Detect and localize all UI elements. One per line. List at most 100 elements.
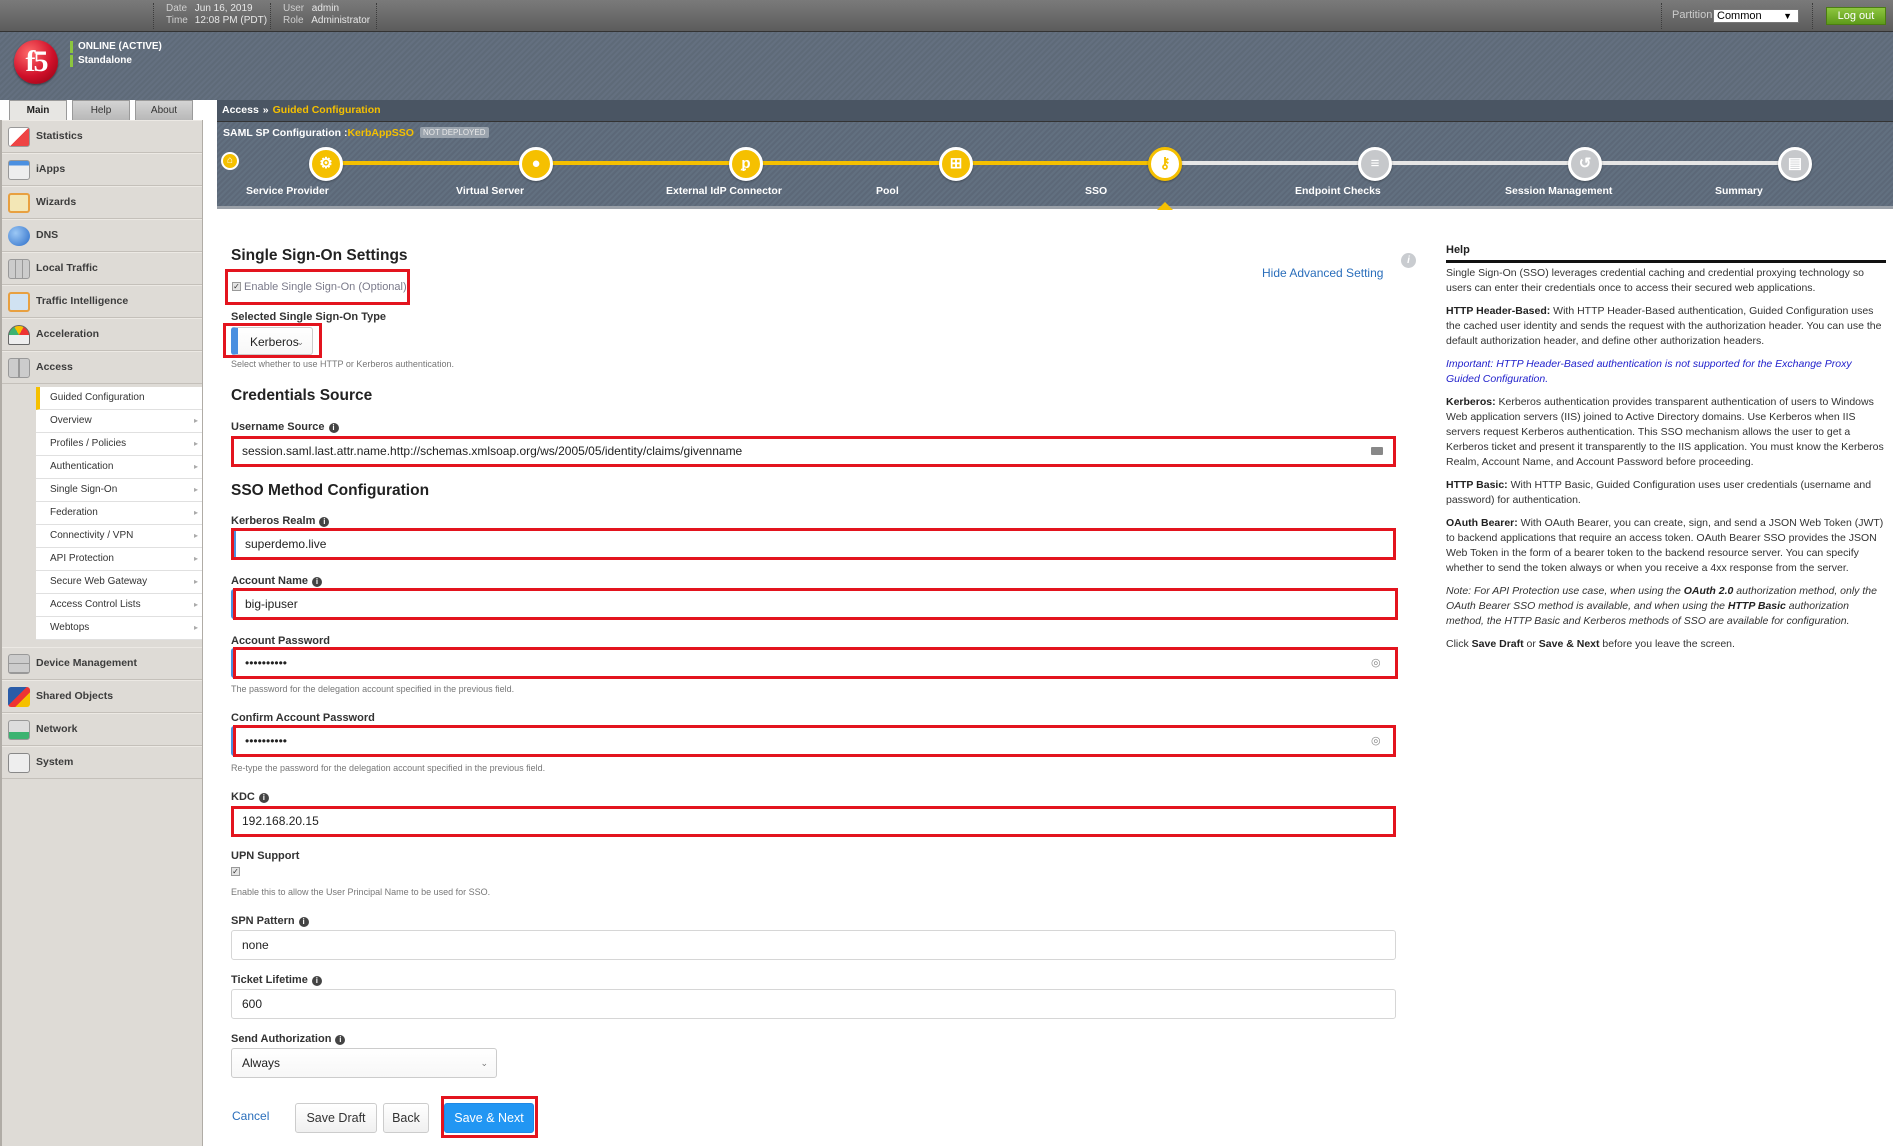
subnav-secure-web-gateway[interactable]: Secure Web Gateway ▸ xyxy=(36,571,202,594)
nav-item-label: System xyxy=(36,756,74,768)
account-name-input[interactable]: big-ipuser xyxy=(231,589,1396,619)
confirm-password-input[interactable]: •••••••••• ◎ xyxy=(231,726,1396,756)
divider xyxy=(153,3,154,29)
logout-button[interactable]: Log out xyxy=(1826,7,1886,25)
info-icon[interactable]: i xyxy=(1401,253,1416,268)
subnav-guided-configuration[interactable]: Guided Configuration xyxy=(36,387,202,410)
enable-sso-label: Enable Single Sign-On (Optional) xyxy=(244,281,407,293)
nav-item-local-traffic[interactable]: Local Traffic xyxy=(2,252,202,285)
partition-label: Partition: xyxy=(1672,9,1716,21)
nav-item-access[interactable]: Access xyxy=(2,351,202,384)
chevron-down-icon: ⌄ xyxy=(480,1058,488,1068)
breadcrumb-root[interactable]: Access xyxy=(222,104,259,116)
upn-support-checkbox[interactable]: ✓ xyxy=(231,867,240,876)
subnav-connectivity-vpn[interactable]: Connectivity / VPN ▸ xyxy=(36,525,202,548)
step-sso[interactable]: ⚷ SSO xyxy=(1085,147,1245,197)
subnav-profiles-policies[interactable]: Profiles / Policies ▸ xyxy=(36,433,202,456)
cancel-link[interactable]: Cancel xyxy=(232,1109,269,1123)
account-password-value: •••••••••• xyxy=(245,656,288,670)
home-icon[interactable]: ⌂ xyxy=(221,152,239,170)
subnav-single-sign-on[interactable]: Single Sign-On ▸ xyxy=(36,479,202,502)
ticket-lifetime-input[interactable]: 600 xyxy=(231,989,1396,1019)
nav-item-acceleration[interactable]: Acceleration xyxy=(2,318,202,351)
f5-logo[interactable]: f5 xyxy=(14,40,58,84)
step-endpoint-checks[interactable]: ≡ Endpoint Checks xyxy=(1295,147,1455,197)
variable-picker-icon[interactable] xyxy=(1371,447,1383,455)
info-icon[interactable]: i xyxy=(319,517,330,527)
subnav-label: Guided Configuration xyxy=(50,392,145,403)
step-session-management[interactable]: ↺ Session Management xyxy=(1505,147,1665,197)
kerberos-realm-input[interactable]: superdemo.live xyxy=(231,529,1396,559)
subnav-label: API Protection xyxy=(50,553,114,564)
subnav-label: Single Sign-On xyxy=(50,484,118,495)
subnav-authentication[interactable]: Authentication ▸ xyxy=(36,456,202,479)
nav-item-iapps[interactable]: iApps xyxy=(2,153,202,186)
sso-type-select[interactable]: Kerberos ⌄ xyxy=(231,327,313,355)
chevron-down-icon: ⌄ xyxy=(296,337,304,347)
username-source-input[interactable]: session.saml.last.attr.name.http://schem… xyxy=(231,436,1396,466)
info-icon[interactable]: i xyxy=(312,577,323,587)
info-icon[interactable]: i xyxy=(311,976,322,986)
nav-item-shared-objects[interactable]: Shared Objects xyxy=(2,680,202,713)
subnav-federation[interactable]: Federation ▸ xyxy=(36,502,202,525)
step-label: Service Provider xyxy=(246,185,329,197)
info-icon[interactable]: i xyxy=(328,423,339,433)
config-name: KerbAppSSO xyxy=(347,127,414,139)
save-draft-button[interactable]: Save Draft xyxy=(295,1103,377,1133)
chevron-right-icon: ▸ xyxy=(193,531,198,540)
hide-advanced-setting-link[interactable]: Hide Advanced Setting xyxy=(1262,266,1383,280)
nav-item-traffic-intelligence[interactable]: Traffic Intelligence xyxy=(2,285,202,318)
sitemap-icon: ⊞ xyxy=(939,147,973,181)
kdc-label: KDC i xyxy=(231,791,269,803)
list-icon: ≡ xyxy=(1358,147,1392,181)
subnav-overview[interactable]: Overview ▸ xyxy=(36,410,202,433)
tab-about[interactable]: About xyxy=(135,100,193,120)
reveal-password-icon[interactable]: ◎ xyxy=(1371,735,1383,747)
info-icon[interactable]: i xyxy=(335,1035,346,1045)
help-click-reminder: Click Save Draft or Save & Next before y… xyxy=(1446,637,1886,652)
subnav-webtops[interactable]: Webtops ▸ xyxy=(36,617,202,640)
nav-item-device-management[interactable]: Device Management xyxy=(2,647,202,680)
send-authorization-label: Send Authorization i xyxy=(231,1033,346,1045)
spn-pattern-input[interactable]: none xyxy=(231,930,1396,960)
kerberos-realm-label-text: Kerberos Realm xyxy=(231,515,316,527)
step-summary[interactable]: ▤ Summary xyxy=(1715,147,1875,197)
subnav-label: Access Control Lists xyxy=(50,599,141,610)
nav-item-system[interactable]: System xyxy=(2,746,202,779)
send-authorization-select[interactable]: Always ⌄ xyxy=(231,1048,497,1078)
upn-support-hint: Enable this to allow the User Principal … xyxy=(231,887,491,897)
help-text: Kerberos authentication provides transpa… xyxy=(1446,396,1884,468)
account-password-input[interactable]: •••••••••• ◎ xyxy=(231,648,1396,678)
kdc-input[interactable]: 192.168.20.15 xyxy=(231,806,1396,836)
device-management-icon xyxy=(8,654,30,674)
step-label: External IdP Connector xyxy=(666,185,782,197)
step-external-idp-connector[interactable]: ᵱ External IdP Connector xyxy=(666,147,826,197)
step-pool[interactable]: ⊞ Pool xyxy=(876,147,1036,197)
subnav-access-control-lists[interactable]: Access Control Lists ▸ xyxy=(36,594,202,617)
save-next-button[interactable]: Save & Next xyxy=(444,1103,534,1133)
back-button[interactable]: Back xyxy=(383,1103,429,1133)
dns-globe-icon xyxy=(8,226,30,246)
nav-item-dns[interactable]: DNS xyxy=(2,219,202,252)
nav-item-label: Local Traffic xyxy=(36,262,98,274)
step-label: Session Management xyxy=(1505,185,1613,197)
info-icon[interactable]: i xyxy=(258,793,269,803)
step-virtual-server[interactable]: ● Virtual Server xyxy=(456,147,616,197)
chevron-right-icon: ▸ xyxy=(193,462,198,471)
chevron-right-icon: ▸ xyxy=(193,577,198,586)
enable-sso-checkbox[interactable]: ✓ xyxy=(232,282,241,291)
nav-item-network[interactable]: Network xyxy=(2,713,202,746)
tab-help[interactable]: Help xyxy=(72,100,130,120)
shared-objects-icon xyxy=(8,687,30,707)
tab-main[interactable]: Main xyxy=(9,100,67,120)
nav-item-label: Network xyxy=(36,723,78,735)
nav-item-statistics[interactable]: Statistics xyxy=(2,120,202,153)
info-icon[interactable]: i xyxy=(298,917,309,927)
deploy-status-badge: NOT DEPLOYED xyxy=(419,127,489,138)
step-service-provider[interactable]: ⚙ Service Provider xyxy=(246,147,406,197)
nav-item-wizards[interactable]: Wizards xyxy=(2,186,202,219)
help-term: Save Draft xyxy=(1471,638,1524,650)
partition-select[interactable]: Common ▼ xyxy=(1713,9,1799,23)
subnav-api-protection[interactable]: API Protection ▸ xyxy=(36,548,202,571)
reveal-password-icon[interactable]: ◎ xyxy=(1371,657,1383,669)
